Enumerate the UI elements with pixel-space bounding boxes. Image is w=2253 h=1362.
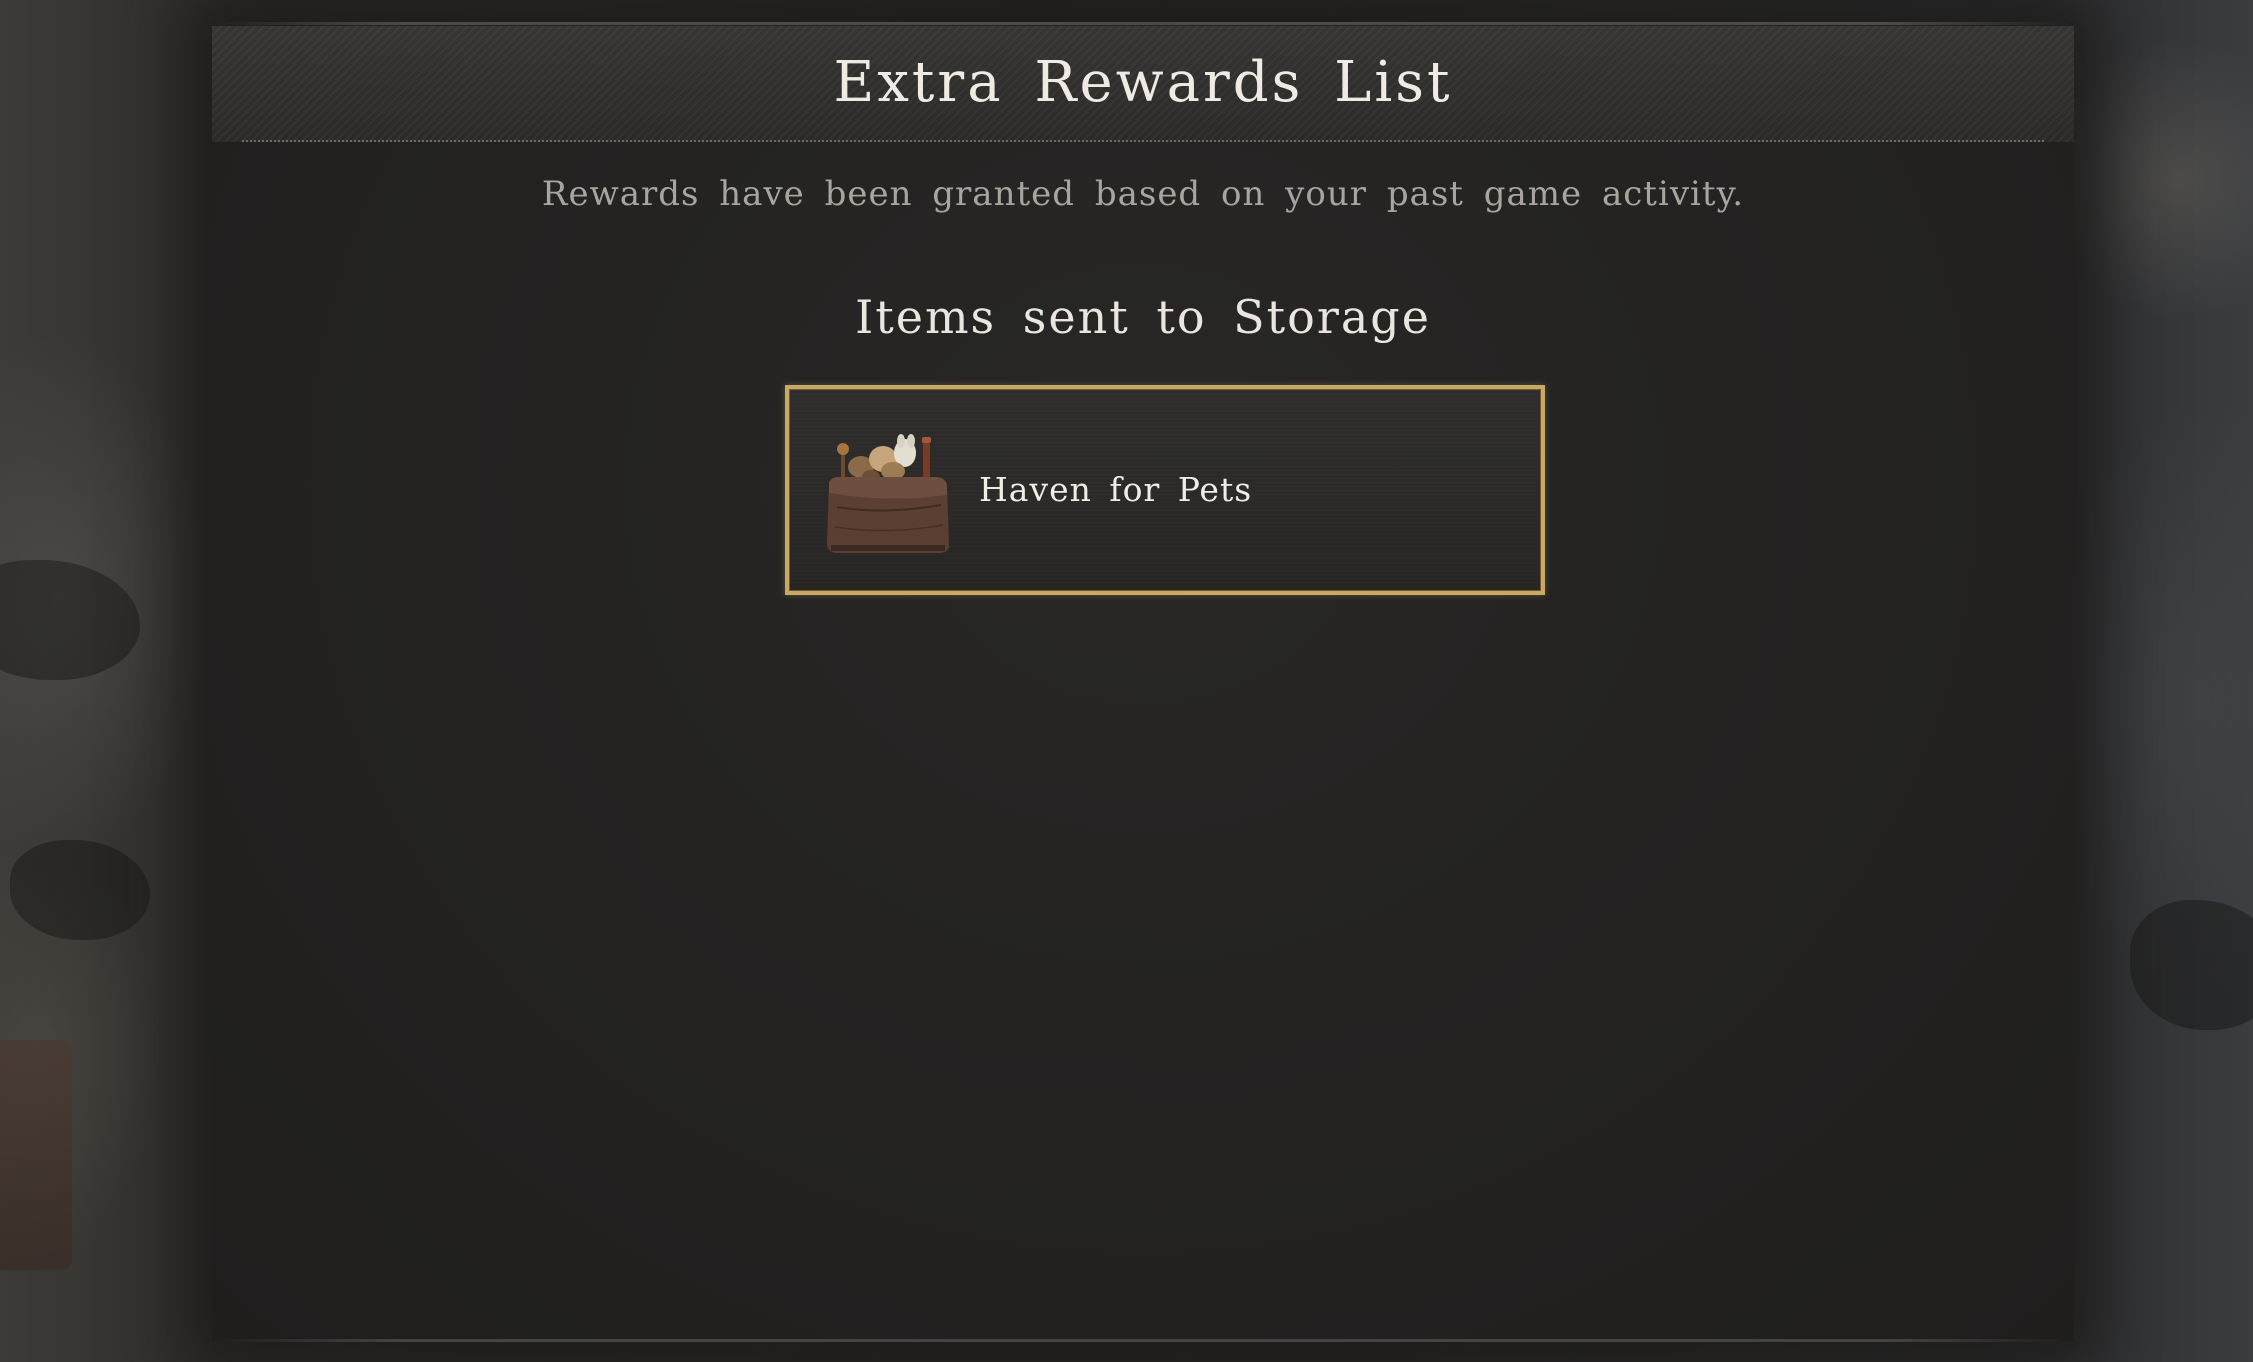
background-rock xyxy=(10,840,150,940)
background-chest xyxy=(0,1040,72,1270)
pet-toy-bag-icon xyxy=(823,427,953,557)
extra-rewards-dialog: Extra Rewards List Rewards have been gra… xyxy=(212,22,2074,1342)
panel-bottom-border xyxy=(212,1339,2074,1342)
header-divider xyxy=(242,140,2044,142)
dialog-subtitle: Rewards have been granted based on your … xyxy=(541,174,1745,214)
dialog-title: Extra Rewards List xyxy=(833,50,1453,115)
reward-item-card[interactable]: Haven for Pets xyxy=(785,385,1545,595)
section-heading: Items sent to Storage xyxy=(855,290,1431,344)
reward-item-label: Haven for Pets xyxy=(979,470,1253,509)
background-rock xyxy=(0,560,140,680)
background-rock xyxy=(2130,900,2253,1030)
panel-top-border xyxy=(212,22,2074,25)
